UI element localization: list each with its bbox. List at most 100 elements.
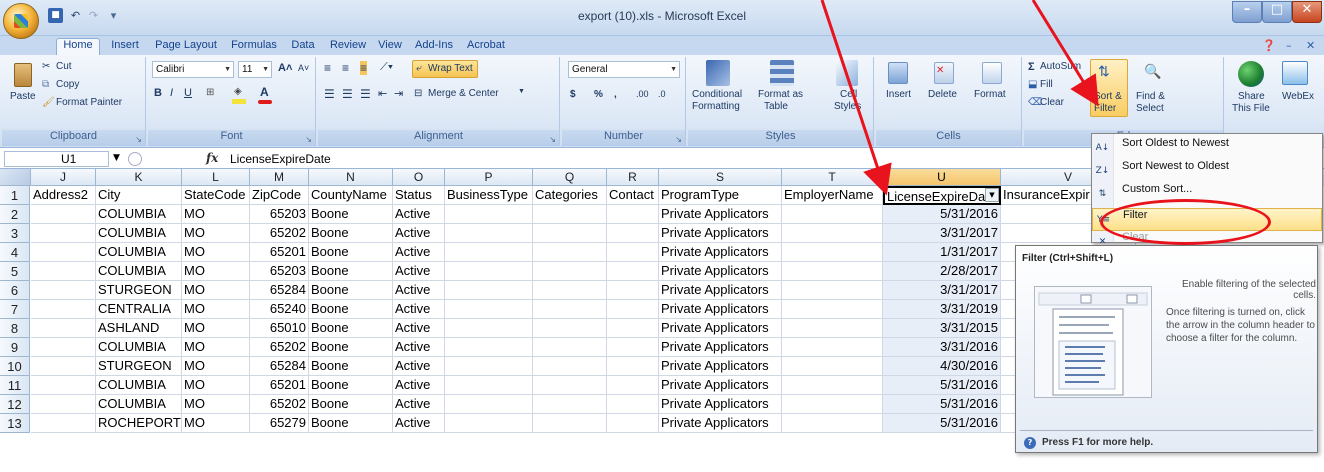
cell[interactable]: COLUMBIA bbox=[96, 224, 182, 243]
percent-icon[interactable]: % bbox=[594, 89, 603, 100]
column-header[interactable]: O bbox=[393, 169, 445, 186]
cell[interactable]: City bbox=[96, 186, 182, 205]
cell[interactable]: COLUMBIA bbox=[96, 376, 182, 395]
cell[interactable]: 5/31/2016 bbox=[883, 414, 1001, 433]
merge-dropdown-icon[interactable]: ▼ bbox=[518, 88, 525, 95]
cell[interactable] bbox=[607, 300, 659, 319]
cell[interactable] bbox=[533, 414, 607, 433]
align-right-icon[interactable]: ☰ bbox=[360, 87, 371, 101]
cell[interactable]: Active bbox=[393, 376, 445, 395]
cell[interactable]: 65240 bbox=[250, 300, 309, 319]
tab-add-ins[interactable]: Add-Ins bbox=[410, 39, 458, 56]
cell[interactable]: EmployerName bbox=[782, 186, 883, 205]
help-icon[interactable]: ❓ bbox=[1262, 39, 1276, 52]
cell[interactable] bbox=[782, 300, 883, 319]
cell[interactable]: Active bbox=[393, 243, 445, 262]
cell[interactable]: STURGEON bbox=[96, 281, 182, 300]
column-header[interactable]: L bbox=[182, 169, 250, 186]
cut-icon[interactable]: ✂ bbox=[42, 61, 50, 72]
cell[interactable] bbox=[445, 300, 533, 319]
cell[interactable]: 65202 bbox=[250, 395, 309, 414]
row-header[interactable]: 2 bbox=[0, 205, 30, 224]
comma-icon[interactable]: , bbox=[614, 89, 617, 100]
currency-icon[interactable]: $ bbox=[570, 89, 576, 100]
cell[interactable] bbox=[607, 395, 659, 414]
cell[interactable]: 1/31/2017 bbox=[883, 243, 1001, 262]
cell-styles-label-1[interactable]: Cell bbox=[840, 89, 857, 100]
cell[interactable]: Active bbox=[393, 319, 445, 338]
cell[interactable]: MO bbox=[182, 300, 250, 319]
cell[interactable]: Boone bbox=[309, 300, 393, 319]
cell[interactable]: BusinessType bbox=[445, 186, 533, 205]
cell[interactable]: Boone bbox=[309, 319, 393, 338]
cell[interactable] bbox=[782, 357, 883, 376]
cell[interactable] bbox=[782, 319, 883, 338]
merge-icon[interactable]: ⊟ bbox=[414, 88, 422, 99]
cell[interactable]: Boone bbox=[309, 395, 393, 414]
shrink-font-icon[interactable]: A˅ bbox=[298, 63, 309, 73]
cell[interactable]: ZipCode bbox=[250, 186, 309, 205]
cell[interactable]: 5/31/2016 bbox=[883, 376, 1001, 395]
paste-icon[interactable] bbox=[14, 63, 32, 87]
cell[interactable] bbox=[782, 205, 883, 224]
cell-styles-icon[interactable] bbox=[836, 60, 858, 86]
row-header[interactable]: 4 bbox=[0, 243, 30, 262]
italic-icon[interactable]: I bbox=[170, 87, 173, 99]
paste-button[interactable]: Paste bbox=[10, 91, 36, 102]
cell[interactable]: Categories bbox=[533, 186, 607, 205]
cell[interactable]: Active bbox=[393, 224, 445, 243]
format-cells-button[interactable]: Format bbox=[974, 89, 1006, 100]
webex-icon[interactable] bbox=[1282, 61, 1308, 85]
cell[interactable] bbox=[533, 281, 607, 300]
row-header[interactable]: 6 bbox=[0, 281, 30, 300]
cell[interactable] bbox=[533, 300, 607, 319]
cell[interactable]: COLUMBIA bbox=[96, 338, 182, 357]
cell[interactable]: Active bbox=[393, 414, 445, 433]
format-as-table-icon[interactable] bbox=[770, 60, 794, 86]
increase-decimal-icon[interactable]: .00 bbox=[636, 89, 649, 99]
share-label-2[interactable]: This File bbox=[1232, 103, 1270, 114]
borders-icon[interactable]: ⊞ bbox=[206, 87, 214, 98]
cell[interactable]: MO bbox=[182, 357, 250, 376]
column-header[interactable]: R bbox=[607, 169, 659, 186]
column-header[interactable]: N bbox=[309, 169, 393, 186]
cell[interactable]: MO bbox=[182, 338, 250, 357]
cell[interactable] bbox=[31, 224, 96, 243]
cell[interactable] bbox=[533, 376, 607, 395]
cell[interactable]: ProgramType bbox=[659, 186, 782, 205]
delete-cells-button[interactable]: Delete bbox=[928, 89, 957, 100]
cell[interactable]: Status bbox=[393, 186, 445, 205]
cell[interactable]: Boone bbox=[309, 357, 393, 376]
cell[interactable]: Boone bbox=[309, 243, 393, 262]
format-as-table-label-2[interactable]: Table bbox=[764, 101, 788, 112]
cut-button[interactable]: Cut bbox=[56, 61, 72, 72]
column-header[interactable]: J bbox=[31, 169, 96, 186]
cell[interactable] bbox=[445, 205, 533, 224]
format-cells-icon[interactable] bbox=[982, 62, 1002, 84]
row-header[interactable]: 8 bbox=[0, 319, 30, 338]
align-center-icon[interactable]: ☰ bbox=[342, 87, 353, 101]
cell[interactable] bbox=[445, 281, 533, 300]
cell[interactable]: 65284 bbox=[250, 357, 309, 376]
workbook-minimize-icon[interactable]: – bbox=[1286, 39, 1292, 52]
cell[interactable]: COLUMBIA bbox=[96, 243, 182, 262]
formula-content[interactable]: LicenseExpireDate bbox=[230, 152, 331, 166]
cell[interactable]: 65203 bbox=[250, 205, 309, 224]
insert-function-icon[interactable]: fx bbox=[206, 151, 218, 165]
cell[interactable] bbox=[607, 376, 659, 395]
number-launcher-icon[interactable]: ↘ bbox=[675, 135, 682, 144]
cell[interactable]: 3/31/2019 bbox=[883, 300, 1001, 319]
cell[interactable]: Private Applicators bbox=[659, 319, 782, 338]
cell[interactable]: Address2 bbox=[31, 186, 96, 205]
row-header[interactable]: 5 bbox=[0, 262, 30, 281]
cell[interactable] bbox=[445, 262, 533, 281]
cell[interactable]: Boone bbox=[309, 338, 393, 357]
row-header[interactable]: 3 bbox=[0, 224, 30, 243]
format-as-table-label-1[interactable]: Format as bbox=[758, 89, 803, 100]
cell[interactable]: MO bbox=[182, 319, 250, 338]
cell[interactable]: Private Applicators bbox=[659, 357, 782, 376]
cell[interactable] bbox=[445, 357, 533, 376]
format-painter-icon[interactable]: 🖌 bbox=[42, 97, 55, 108]
row-header[interactable]: 10 bbox=[0, 357, 30, 376]
cell[interactable]: 65202 bbox=[250, 338, 309, 357]
